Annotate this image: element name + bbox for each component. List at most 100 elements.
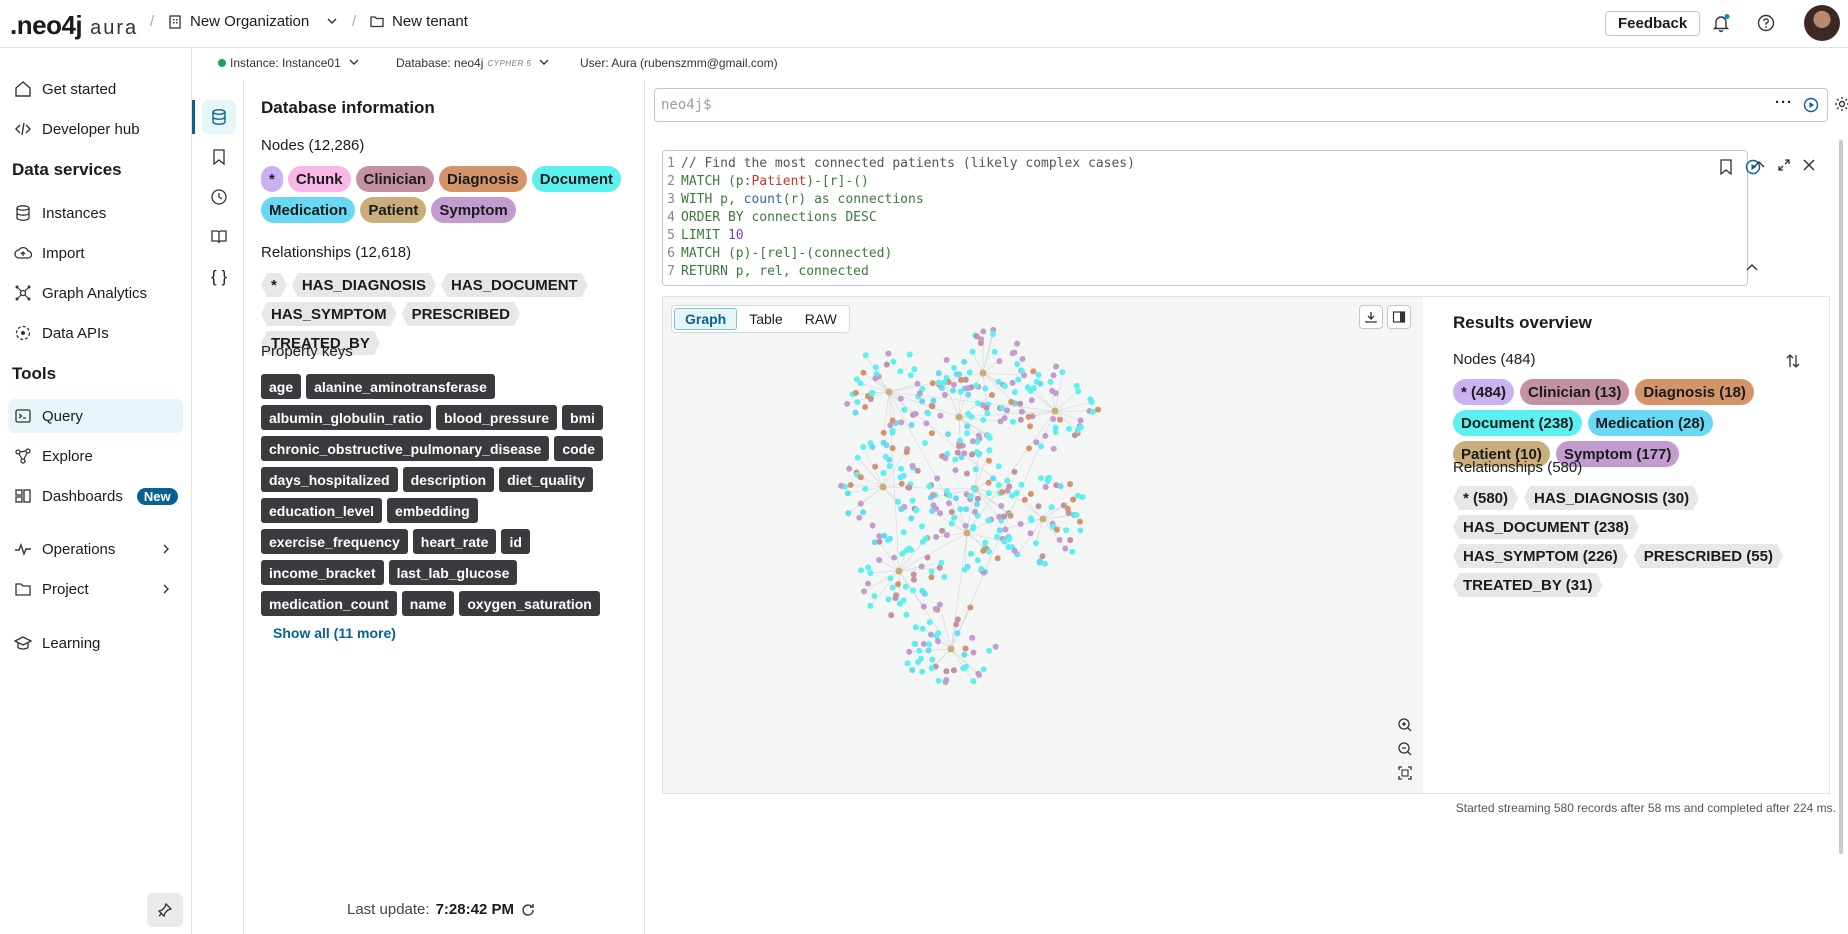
graph-node[interactable] (889, 429, 896, 436)
graph-node[interactable] (930, 397, 937, 404)
graph-node[interactable] (942, 679, 949, 685)
graph-node[interactable] (1027, 490, 1034, 497)
graph-node[interactable] (885, 350, 892, 357)
graph-node[interactable] (1095, 406, 1101, 413)
graph-node[interactable] (910, 571, 917, 578)
graph-node[interactable] (964, 430, 970, 437)
graph-node[interactable] (926, 619, 933, 626)
overview-relationship-chip[interactable]: HAS_SYMPTOM (226) (1453, 544, 1628, 568)
nav-query[interactable]: Query (8, 399, 183, 433)
graph-node[interactable] (952, 456, 959, 463)
graph-node[interactable] (969, 348, 976, 355)
parameters-button[interactable]: { } (202, 260, 236, 294)
graph-node[interactable] (928, 665, 935, 672)
graph-node[interactable] (928, 574, 935, 581)
graph-node[interactable] (930, 491, 936, 498)
graph-node[interactable] (1024, 384, 1031, 391)
graph-node[interactable] (906, 484, 913, 491)
graph-node[interactable] (970, 678, 977, 685)
graph-node[interactable] (880, 470, 887, 476)
graph-node[interactable] (945, 500, 952, 507)
graph-node[interactable] (985, 479, 992, 486)
graph-node[interactable] (921, 440, 928, 446)
patient-node[interactable] (955, 413, 963, 421)
graph-node[interactable] (925, 647, 932, 654)
graph-node[interactable] (928, 631, 934, 638)
graph-node[interactable] (982, 539, 989, 546)
organization-selector[interactable]: New Organization (168, 13, 343, 30)
graph-node[interactable] (857, 380, 864, 387)
graph-node[interactable] (988, 392, 995, 398)
graph-node[interactable] (846, 465, 853, 472)
graph-node[interactable] (924, 554, 931, 561)
graph-node[interactable] (1074, 427, 1081, 434)
overview-node-chip[interactable]: Document (238) (1453, 410, 1582, 436)
feedback-button[interactable]: Feedback (1605, 11, 1701, 36)
patient-node[interactable] (879, 483, 887, 491)
graph-node[interactable] (926, 641, 933, 648)
nav-learning[interactable]: Learning (8, 626, 183, 660)
graph-node[interactable] (1011, 389, 1018, 396)
zoom-in-button[interactable] (1393, 713, 1417, 737)
node-label-chip[interactable]: Patient (360, 197, 427, 223)
property-key-chip[interactable]: code (554, 436, 604, 461)
graph-node[interactable] (903, 611, 910, 618)
graph-node[interactable] (908, 422, 915, 428)
nav-project[interactable]: Project (8, 572, 183, 606)
graph-node[interactable] (1035, 371, 1042, 378)
graph-node[interactable] (858, 567, 865, 574)
graph-node[interactable] (1050, 416, 1057, 422)
graph-node[interactable] (962, 522, 969, 529)
graph-node[interactable] (906, 351, 913, 358)
graph-node[interactable] (967, 550, 974, 557)
nav-import[interactable]: Import (8, 236, 183, 270)
overview-node-chip[interactable]: Diagnosis (18) (1635, 379, 1754, 405)
collapse-chevron-up-icon[interactable] (1752, 158, 1766, 170)
graph-node[interactable] (865, 580, 871, 587)
notifications-button[interactable] (1710, 12, 1732, 34)
graph-node[interactable] (889, 445, 896, 452)
property-key-chip[interactable]: diet_quality (499, 467, 593, 492)
scrollbar[interactable] (1839, 140, 1843, 854)
property-key-chip[interactable]: description (402, 467, 495, 492)
property-key-chip[interactable]: income_bracket (261, 560, 384, 585)
graph-node[interactable] (980, 416, 987, 423)
graph-node[interactable] (983, 404, 990, 411)
tab-graph[interactable]: Graph (674, 308, 738, 330)
gear-icon[interactable] (1834, 96, 1848, 112)
graph-node[interactable] (1004, 477, 1011, 484)
graph-node[interactable] (980, 547, 987, 554)
relationship-type-chip[interactable]: HAS_DOCUMENT (441, 273, 588, 297)
graph-node[interactable] (1001, 415, 1008, 422)
graph-node[interactable] (986, 457, 992, 464)
graph-node[interactable] (986, 647, 993, 654)
node-label-chip[interactable]: Symptom (431, 197, 516, 223)
graph-node[interactable] (972, 508, 978, 515)
graph-node[interactable] (857, 474, 864, 481)
graph-node[interactable] (1030, 385, 1037, 392)
graph-node[interactable] (929, 380, 936, 387)
graph-node[interactable] (917, 655, 924, 662)
chevron-up-icon[interactable] (1745, 261, 1759, 273)
graph-node[interactable] (957, 388, 964, 395)
graph-node[interactable] (954, 630, 961, 637)
graph-node[interactable] (1048, 504, 1055, 511)
graph-node[interactable] (1056, 536, 1063, 543)
graph-node[interactable] (844, 400, 851, 407)
graph-node[interactable] (941, 573, 948, 580)
graph-node[interactable] (1059, 369, 1066, 376)
graph-node[interactable] (951, 364, 958, 371)
graph-node[interactable] (860, 444, 867, 450)
property-key-chip[interactable]: name (401, 591, 455, 616)
overview-node-chip[interactable]: Clinician (13) (1520, 379, 1630, 405)
graph-node[interactable] (886, 463, 893, 470)
graph-node[interactable] (861, 588, 868, 595)
property-key-chip[interactable]: bmi (562, 405, 603, 430)
graph-node[interactable] (903, 449, 910, 456)
tab-table[interactable]: Table (739, 308, 792, 330)
graph-node[interactable] (882, 453, 889, 460)
graph-node[interactable] (1011, 547, 1018, 554)
property-key-chip[interactable]: age (261, 374, 302, 399)
graph-node[interactable] (906, 648, 913, 655)
graph-node[interactable] (1008, 399, 1015, 405)
